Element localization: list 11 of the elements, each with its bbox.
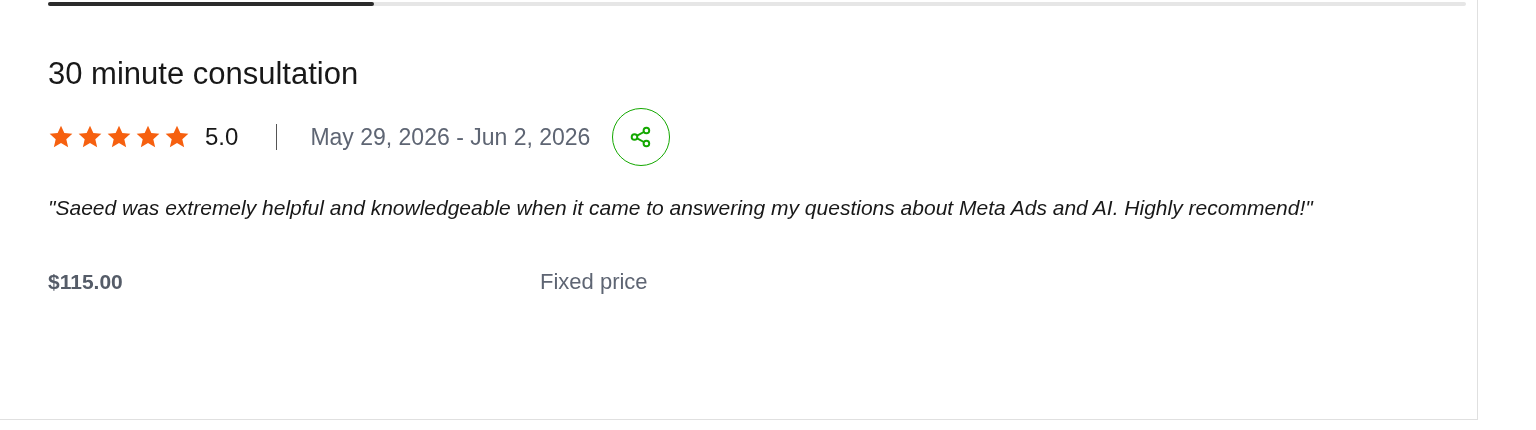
date-range: May 29, 2026 - Jun 2, 2026 (310, 123, 591, 151)
price-type: Fixed price (540, 269, 648, 295)
star-icon (164, 124, 190, 150)
card-title: 30 minute consultation (48, 55, 360, 93)
price-amount: $115.00 (48, 270, 124, 294)
rating-score: 5.0 (205, 123, 239, 151)
review-text: "Saeed was extremely helpful and knowledgeable when it came to answering my questions about Meta Ads and AI. Highly recommend!" (48, 195, 1315, 221)
star-icon (135, 124, 161, 150)
star-icon (77, 124, 103, 150)
star-icon (106, 124, 132, 150)
star-icon (48, 124, 74, 150)
